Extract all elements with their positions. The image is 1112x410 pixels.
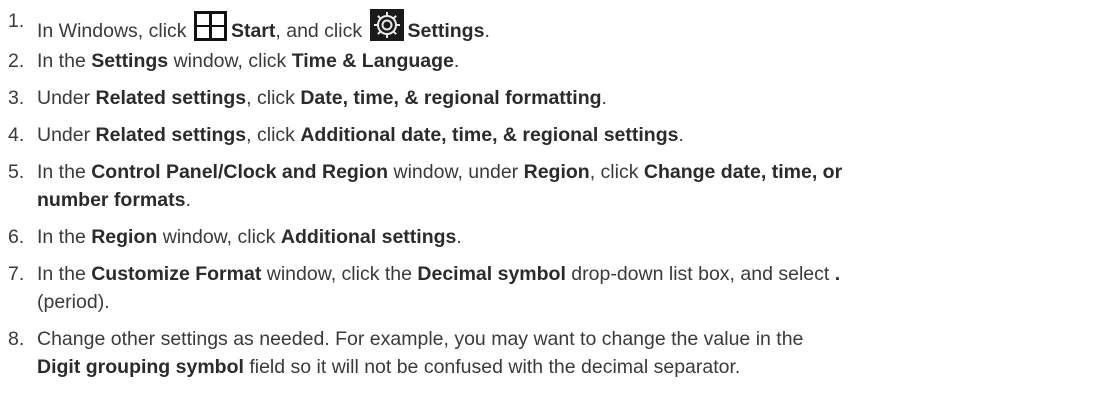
- step-number: 1.: [8, 10, 25, 32]
- step-text: Under Related settings, click Additional…: [37, 124, 684, 146]
- step-number: 4.: [8, 124, 25, 146]
- step-text: In the Settings window, click Time & Lan…: [37, 50, 460, 72]
- gear-icon: [369, 9, 404, 47]
- step-text: Change other settings as needed. For exa…: [37, 328, 804, 350]
- step-number: 8.: [8, 328, 25, 350]
- step-number: 3.: [8, 87, 25, 109]
- step-text: In the Customize Format window, click th…: [37, 263, 841, 285]
- step-text: number formats.: [37, 189, 191, 211]
- step-number: 5.: [8, 161, 25, 183]
- step-text: In Windows, click Start, and click Setti…: [37, 9, 490, 47]
- step-text: Under Related settings, click Date, time…: [37, 87, 607, 109]
- instruction-list: 1. In Windows, click Start, and click Se…: [0, 0, 1112, 410]
- windows-start-icon: [193, 11, 227, 47]
- step-number: 7.: [8, 263, 25, 285]
- step-number: 6.: [8, 226, 25, 248]
- step-text: (period).: [37, 291, 110, 313]
- step-number: 2.: [8, 50, 25, 72]
- step-text: Digit grouping symbol field so it will n…: [37, 356, 741, 378]
- step-text: In the Region window, click Additional s…: [37, 226, 462, 248]
- step-text: In the Control Panel/Clock and Region wi…: [37, 161, 843, 183]
